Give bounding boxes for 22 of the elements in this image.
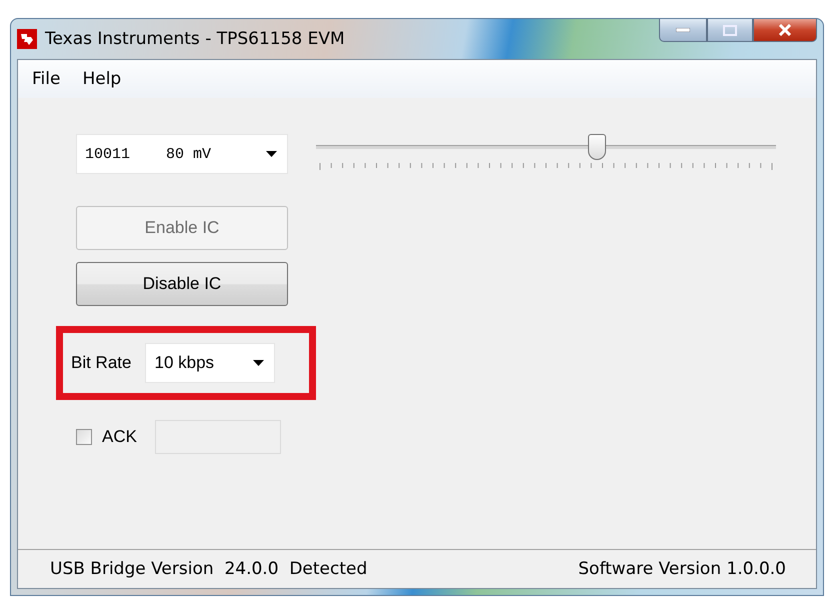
dropdown-arrow-icon — [253, 360, 264, 366]
window-title: Texas Instruments - TPS61158 EVM — [45, 29, 345, 49]
bit-rate-label: Bit Rate — [71, 353, 132, 373]
dropdown-arrow-icon — [266, 151, 277, 157]
bit-rate-dropdown[interactable]: 10 kbps — [145, 343, 276, 383]
ack-checkbox[interactable] — [76, 429, 92, 445]
voltage-dropdown[interactable]: 10011 80 mV — [76, 134, 288, 174]
menu-item[interactable]: Help — [76, 67, 128, 91]
maximize-button[interactable] — [707, 19, 753, 42]
app-logo-icon — [17, 29, 37, 49]
ack-label: ACK — [102, 427, 137, 447]
slider-track[interactable] — [316, 145, 776, 149]
slider-thumb[interactable] — [588, 134, 606, 160]
close-button[interactable] — [753, 19, 817, 42]
close-icon — [778, 24, 792, 36]
menu-item[interactable]: File — [26, 67, 66, 91]
minimize-icon — [676, 28, 690, 32]
status-text: USB Bridge Version 24.0.0 Detected — [50, 559, 368, 579]
disable-ic-button[interactable]: Disable IC — [76, 262, 288, 306]
version-text: Software Version 1.0.0.0 — [578, 559, 786, 579]
minimize-button[interactable] — [659, 19, 707, 42]
maximize-icon — [723, 24, 737, 36]
